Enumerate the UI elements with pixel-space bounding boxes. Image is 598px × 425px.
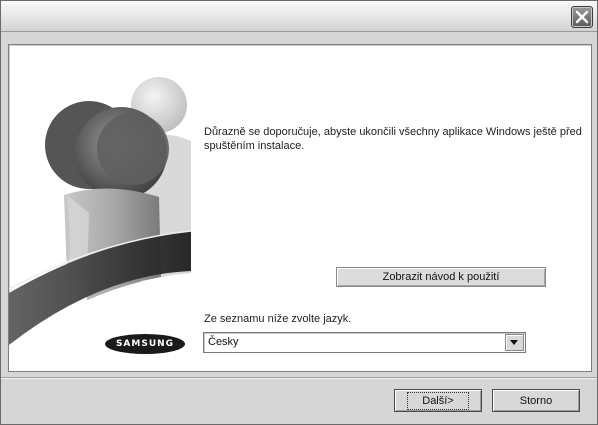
dropdown-button[interactable]	[505, 334, 524, 351]
view-guide-button[interactable]: Zobrazit návod k použití	[336, 267, 546, 287]
samsung-logo: SAMSUNG	[105, 334, 185, 354]
next-button[interactable]: Další>	[394, 389, 482, 412]
footer-divider	[1, 377, 597, 379]
chevron-down-icon	[510, 340, 518, 345]
language-select[interactable]: Česky	[203, 332, 526, 353]
language-select-value: Česky	[208, 336, 239, 348]
title-bar	[1, 1, 597, 32]
installer-window: SAMSUNG Důrazně se doporučuje, abyste uk…	[0, 0, 598, 425]
content-panel: SAMSUNG Důrazně se doporučuje, abyste uk…	[8, 44, 592, 372]
instruction-message: Důrazně se doporučuje, abyste ukončili v…	[204, 126, 582, 152]
close-x-icon	[575, 10, 589, 24]
logo-text: SAMSUNG	[115, 339, 175, 349]
people-illustration	[9, 77, 191, 371]
cancel-button[interactable]: Storno	[492, 389, 580, 412]
next-button-label: Další>	[407, 391, 469, 410]
language-label: Ze seznamu níže zvolte jazyk.	[204, 313, 352, 325]
close-button[interactable]	[571, 6, 593, 28]
